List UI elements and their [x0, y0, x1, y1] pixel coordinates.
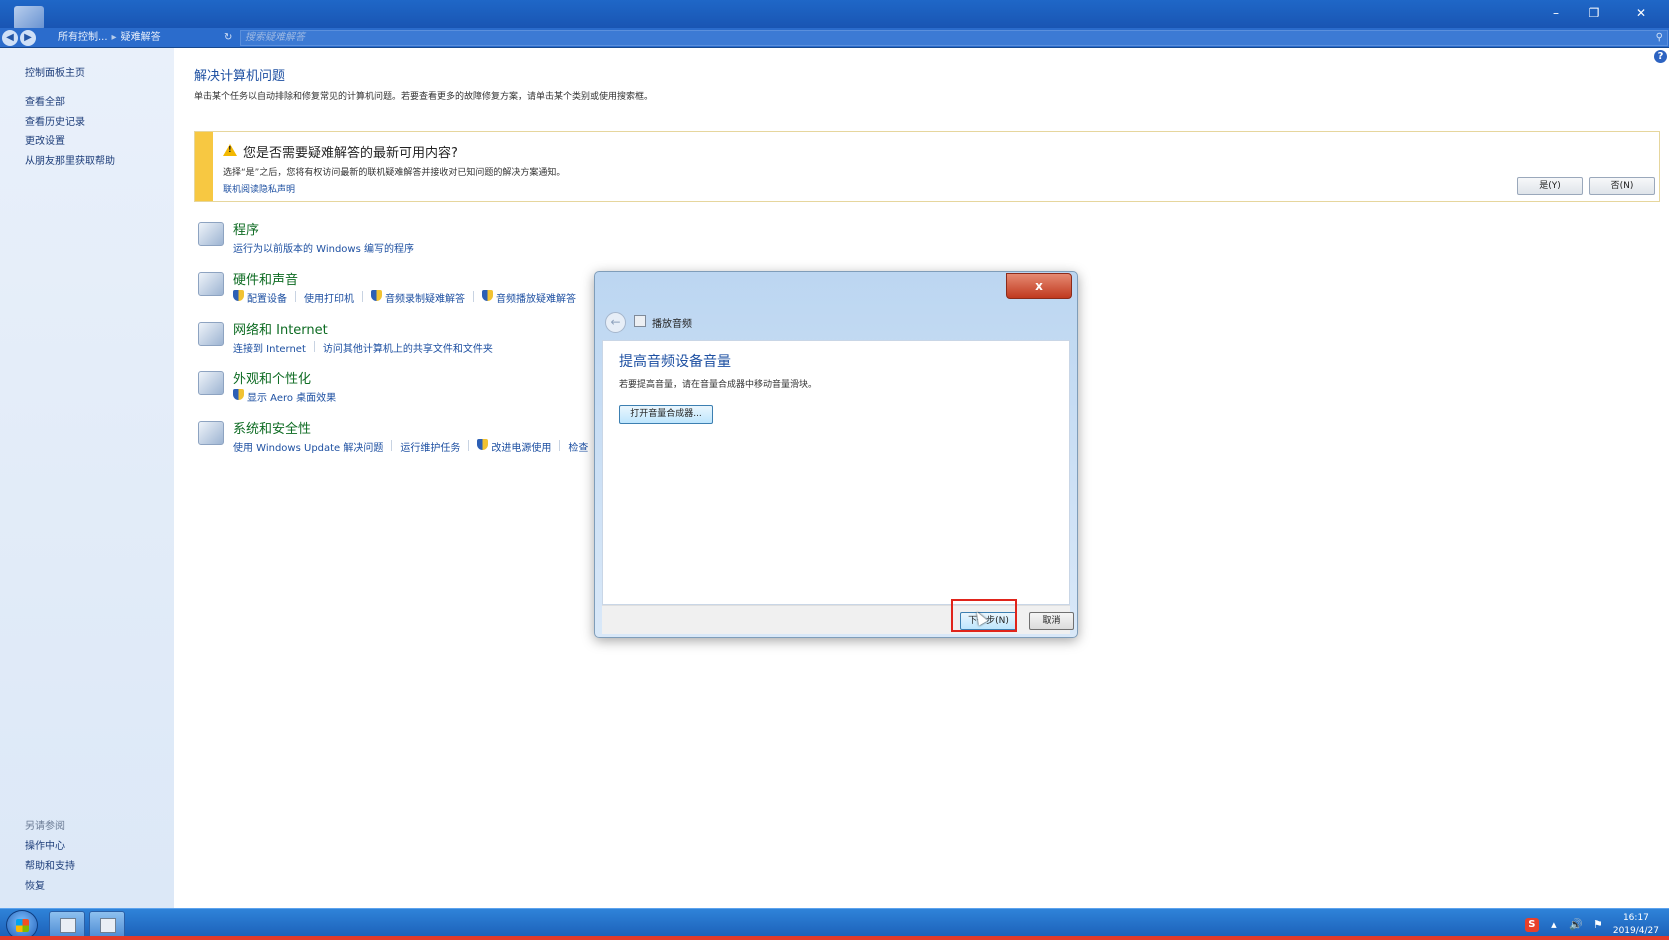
troubleshooter-icon — [100, 918, 116, 933]
appearance-icon — [198, 371, 224, 395]
restore-button[interactable]: ❐ — [1575, 0, 1613, 26]
clock[interactable]: 16:17 2019/4/27 — [1613, 912, 1659, 938]
yes-button[interactable]: 是(Y) — [1517, 177, 1583, 195]
shield-icon — [482, 290, 493, 301]
dialog-close-button[interactable]: x — [1006, 273, 1072, 299]
taskbar-accent-strip — [0, 936, 1669, 940]
banner-text: 选择“是”之后，您将有权访问最新的联机疑难解答并接收对已知问题的解决方案通知。 — [223, 168, 566, 178]
network-icon — [198, 322, 224, 346]
taskbar-explorer[interactable] — [49, 911, 85, 939]
dialog-body: 提高音频设备音量 若要提高音量，请在音量合成器中移动音量滑块。 打开音量合成器.… — [602, 340, 1070, 605]
refresh-icon[interactable]: ↻ — [224, 31, 238, 45]
category-title[interactable]: 硬件和声音 — [233, 269, 298, 288]
ime-icon[interactable]: S — [1524, 918, 1539, 932]
back-arrow-icon[interactable]: ◀ — [2, 30, 18, 46]
category-link[interactable]: 音频播放疑难解答 — [496, 290, 576, 305]
divider — [559, 440, 561, 451]
minimize-button[interactable]: – — [1537, 0, 1575, 26]
sidebar: 控制面板主页 查看全部 查看历史记录 更改设置 从朋友那里获取帮助 另请参阅 操… — [0, 48, 174, 908]
sidebar-item-settings[interactable]: 更改设置 — [25, 132, 65, 147]
category-link[interactable]: 使用 Windows Update 解决问题 — [233, 439, 383, 454]
close-button[interactable]: ✕ — [1613, 0, 1669, 26]
shield-icon — [371, 290, 382, 301]
category-link[interactable]: 访问其他计算机上的共享文件和文件夹 — [323, 340, 493, 355]
windows-logo-icon — [16, 919, 29, 932]
breadcrumb: 所有控制... ▸ 疑难解答 — [58, 28, 224, 48]
chevron-right-icon: ▸ — [111, 32, 117, 43]
dialog-text: 若要提高音量，请在音量合成器中移动音量滑块。 — [619, 380, 818, 390]
sidebar-item-help-support[interactable]: 帮助和支持 — [25, 857, 75, 872]
banner-title: 您是否需要疑难解答的最新可用内容? — [243, 146, 458, 161]
divider — [362, 291, 363, 302]
divider — [391, 440, 393, 451]
page-title: 解决计算机问题 — [194, 69, 286, 84]
divider — [468, 440, 470, 451]
category-link[interactable]: 改进电源使用 — [491, 439, 551, 454]
category-link[interactable]: 运行维护任务 — [400, 439, 460, 454]
back-arrow-icon[interactable]: ← — [605, 312, 626, 333]
title-bar: – ❐ ✕ — [0, 0, 1669, 30]
troubleshooter-dialog: x ← 播放音频 提高音频设备音量 若要提高音量，请在音量合成器中移动音量滑块。… — [594, 271, 1078, 638]
sidebar-item-view-all[interactable]: 查看全部 — [25, 93, 65, 108]
see-also-heading: 另请参阅 — [25, 821, 65, 832]
privacy-link[interactable]: 联机阅读隐私声明 — [223, 182, 295, 195]
forward-arrow-icon[interactable]: ▶ — [20, 30, 36, 46]
breadcrumb-item[interactable]: 疑难解答 — [121, 32, 161, 43]
breadcrumb-item[interactable]: 所有控制... — [58, 32, 108, 43]
banner-stripe — [195, 132, 213, 201]
open-mixer-button[interactable]: 打开音量合成器... — [619, 405, 713, 424]
shield-icon — [233, 290, 244, 301]
explorer-icon — [60, 918, 76, 933]
category-title[interactable]: 网络和 Internet — [233, 319, 328, 338]
search-icon[interactable]: ⚲ — [1656, 31, 1663, 45]
category-title[interactable]: 外观和个性化 — [233, 368, 311, 387]
sidebar-item-action-center[interactable]: 操作中心 — [25, 837, 65, 852]
cancel-button[interactable]: 取消 — [1029, 612, 1074, 630]
search-placeholder: 搜索疑难解答 — [245, 32, 305, 43]
category-link[interactable]: 使用打印机 — [304, 290, 354, 305]
control-panel-icon — [14, 6, 44, 30]
programs-icon — [198, 222, 224, 246]
category-title[interactable]: 系统和安全性 — [233, 418, 311, 437]
search-input[interactable]: 搜索疑难解答 ⚲ — [240, 30, 1668, 46]
category-link[interactable]: 运行为以前版本的 Windows 编写的程序 — [233, 240, 414, 255]
category-link[interactable]: 连接到 Internet — [233, 340, 306, 355]
sidebar-item-home[interactable]: 控制面板主页 — [25, 64, 85, 79]
dialog-title: 播放音频 — [652, 319, 692, 330]
help-icon[interactable]: ? — [1654, 50, 1667, 63]
divider — [473, 291, 474, 302]
shield-icon — [477, 439, 489, 450]
sidebar-item-recovery[interactable]: 恢复 — [25, 877, 45, 892]
clock-time: 16:17 — [1622, 913, 1649, 923]
category-title[interactable]: 程序 — [233, 219, 259, 238]
troubleshooter-icon — [634, 315, 646, 327]
sidebar-item-friend-help[interactable]: 从朋友那里获取帮助 — [25, 152, 115, 167]
category-link[interactable]: 配置设备 — [247, 290, 287, 305]
sidebar-item-history[interactable]: 查看历史记录 — [25, 113, 85, 128]
system-security-icon — [198, 421, 224, 445]
shield-icon — [233, 389, 244, 400]
category-link[interactable]: 检查 — [568, 439, 588, 454]
taskbar-troubleshooter[interactable] — [89, 911, 125, 939]
divider — [295, 291, 296, 302]
divider — [313, 341, 315, 352]
dialog-heading: 提高音频设备音量 — [619, 354, 731, 370]
show-hidden-icons-icon[interactable]: ▴ — [1547, 918, 1561, 932]
action-center-flag-icon[interactable]: ⚑ — [1591, 918, 1605, 932]
category-link[interactable]: 显示 Aero 桌面效果 — [247, 389, 336, 404]
volume-icon[interactable]: 🔊 — [1569, 918, 1583, 932]
update-banner: 您是否需要疑难解答的最新可用内容? 选择“是”之后，您将有权访问最新的联机疑难解… — [194, 131, 1660, 202]
page-description: 单击某个任务以自动排除和修复常见的计算机问题。若要查看更多的故障修复方案，请单击… — [194, 92, 654, 102]
address-bar: ◀ ▶ 所有控制... ▸ 疑难解答 ↻ 搜索疑难解答 ⚲ — [0, 28, 1669, 48]
no-button[interactable]: 否(N) — [1589, 177, 1655, 195]
category-link[interactable]: 音频录制疑难解答 — [385, 290, 465, 305]
warning-icon — [223, 144, 237, 156]
hardware-icon — [198, 272, 224, 296]
